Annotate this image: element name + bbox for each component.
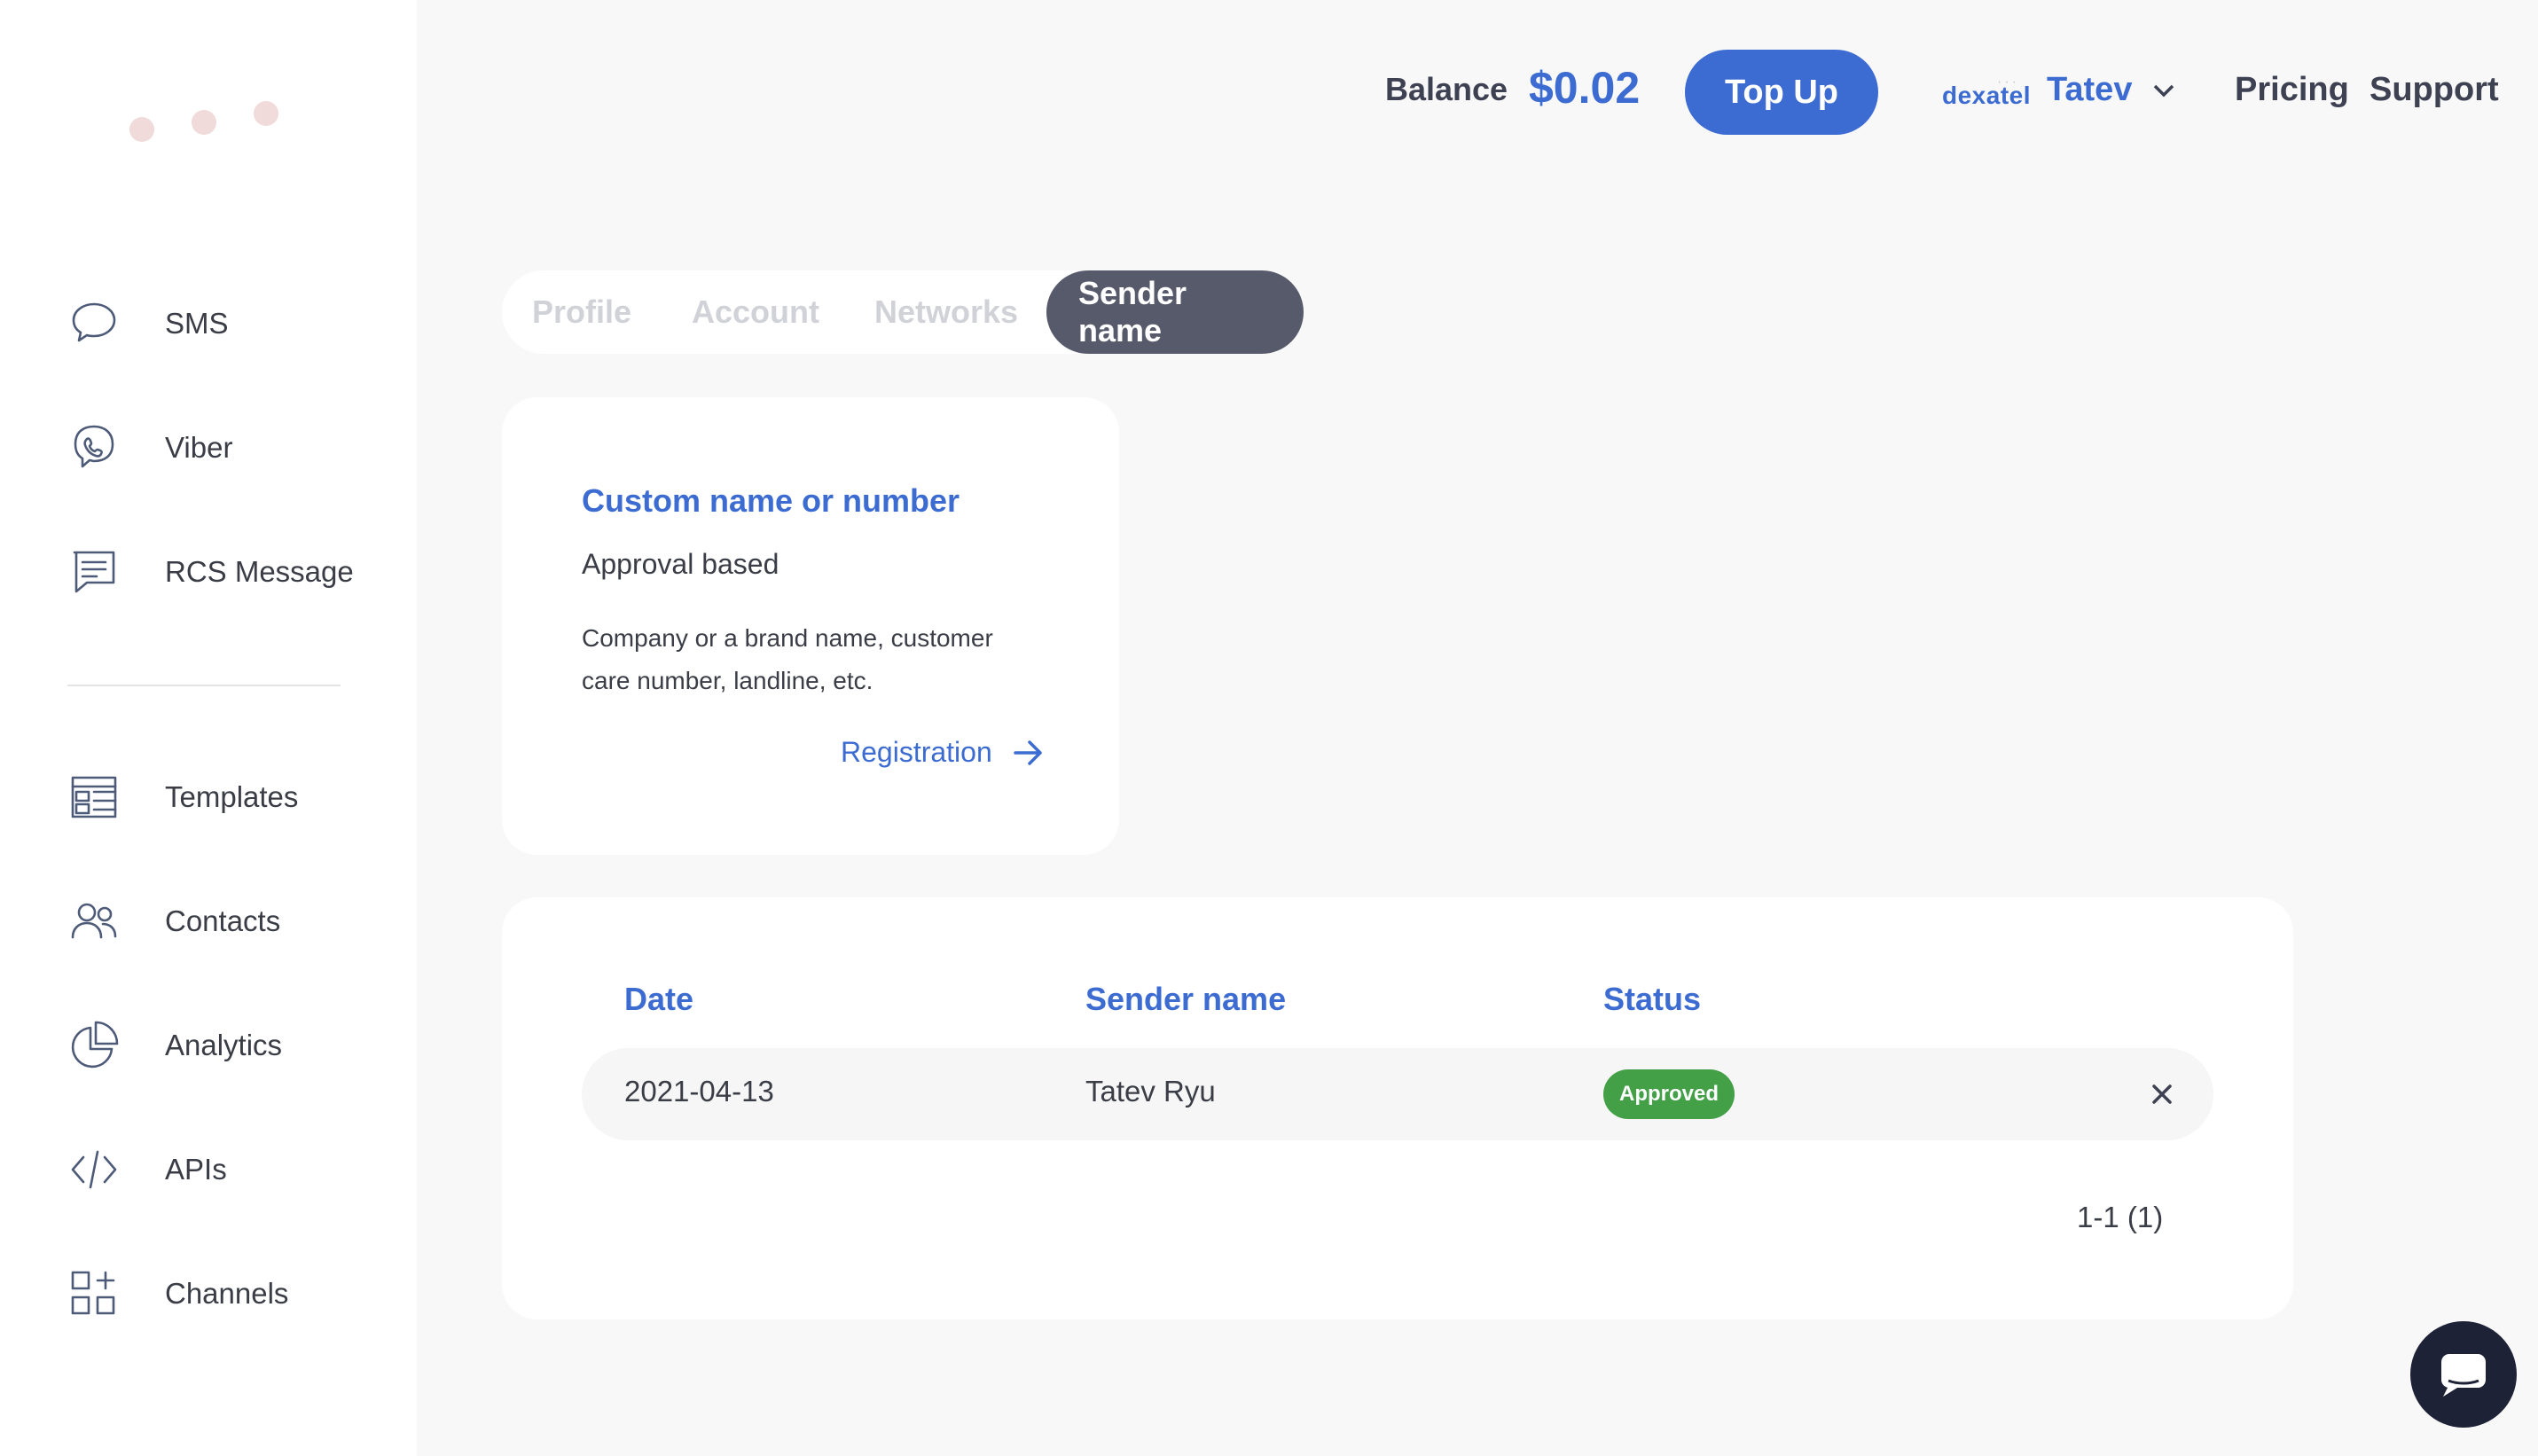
user-menu[interactable]: Tatev (2047, 71, 2176, 109)
sidebar-item-rcs-message[interactable]: RCS Message (66, 541, 385, 603)
sidebar-item-label: APIs (165, 1153, 227, 1186)
templates-icon (66, 769, 122, 826)
sidebar-item-apis[interactable]: APIs (66, 1139, 385, 1201)
sidebar-item-label: Analytics (165, 1029, 283, 1061)
top-up-button[interactable]: Top Up (1685, 50, 1878, 135)
sidebar-item-label: Channels (165, 1277, 289, 1310)
logo-dot (192, 110, 216, 135)
sender-names-table: Date Sender name Status 2021-04-13 Tatev… (502, 897, 2293, 1319)
sidebar-item-viber[interactable]: Viber (66, 417, 385, 479)
column-header-status[interactable]: Status (1603, 981, 1701, 1018)
contacts-icon (66, 893, 122, 950)
tab-sender-name[interactable]: Sender name (1046, 270, 1304, 354)
cell-sender-name: Tatev Ryu (1085, 1075, 1216, 1108)
pagination-info: 1-1 (1) (2077, 1201, 2164, 1233)
sidebar: SMS Viber RCS Message Templates Contacts… (0, 0, 417, 1456)
close-icon (2152, 1084, 2172, 1104)
code-icon (66, 1141, 122, 1198)
logo[interactable] (0, 0, 417, 177)
sidebar-item-label: Viber (165, 431, 233, 464)
settings-tabs: Profile Account Networks Sender name (502, 270, 1304, 354)
column-header-date[interactable]: Date (624, 981, 693, 1018)
viber-icon (66, 419, 122, 476)
support-link[interactable]: Support (2370, 71, 2499, 109)
sidebar-divider (67, 685, 341, 686)
sidebar-item-label: SMS (165, 307, 229, 340)
registration-link[interactable]: Registration (841, 736, 1044, 769)
card-title: Custom name or number (582, 482, 960, 519)
tab-account[interactable]: Account (692, 270, 819, 354)
message-lines-icon (66, 544, 122, 600)
sidebar-item-templates[interactable]: Templates (66, 766, 385, 828)
chat-bubble-icon (66, 295, 122, 352)
logo-dot (254, 101, 278, 126)
tab-profile[interactable]: Profile (532, 270, 631, 354)
status-badge: Approved (1603, 1069, 1735, 1119)
sidebar-item-sms[interactable]: SMS (66, 293, 385, 355)
tab-networks[interactable]: Networks (874, 270, 1018, 354)
logo-dot (129, 117, 154, 142)
card-description: Company or a brand name, customer care n… (582, 624, 993, 694)
table-row: 2021-04-13 Tatev Ryu Approved (582, 1048, 2213, 1140)
sidebar-item-label: Templates (165, 780, 299, 813)
chevron-down-icon (2154, 84, 2174, 97)
balance-label: Balance (1385, 71, 1508, 107)
sidebar-item-label: RCS Message (165, 555, 354, 588)
sender-type-card: Custom name or number Approval based Com… (502, 397, 1119, 855)
sidebar-item-channels[interactable]: Channels (66, 1263, 385, 1325)
card-subtitle: Approval based (582, 548, 779, 580)
column-header-sender-name[interactable]: Sender name (1085, 981, 1286, 1018)
arrow-right-icon (1014, 740, 1042, 765)
channels-grid-icon (66, 1265, 122, 1322)
brand-logo: dexatel (1942, 82, 2031, 109)
chat-widget-button[interactable] (2410, 1321, 2517, 1428)
user-name: Tatev (2047, 71, 2133, 108)
sidebar-item-analytics[interactable]: Analytics (66, 1014, 385, 1076)
pricing-link[interactable]: Pricing (2235, 71, 2349, 109)
sidebar-item-label: Contacts (165, 904, 281, 937)
sidebar-item-contacts[interactable]: Contacts (66, 890, 385, 952)
delete-row-button[interactable] (2146, 1078, 2178, 1110)
registration-label: Registration (841, 736, 992, 768)
balance-value: $0.02 (1529, 63, 1641, 113)
pie-chart-icon (66, 1017, 122, 1074)
cell-date: 2021-04-13 (624, 1075, 774, 1108)
chat-icon (2441, 1354, 2486, 1397)
